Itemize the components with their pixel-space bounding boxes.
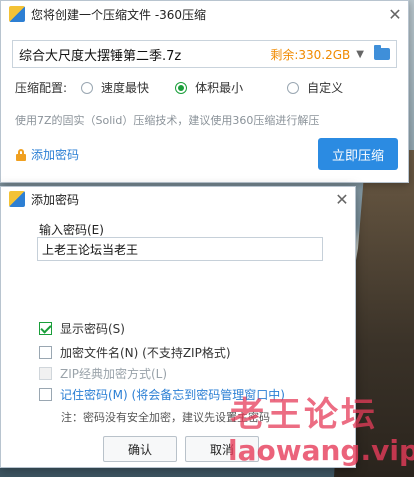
password-input-label: 输入密码(E) <box>39 223 104 237</box>
chevron-down-icon[interactable]: ▼ <box>356 49 364 60</box>
dialog-titlebar: 添加密码 ✕ <box>1 187 355 211</box>
compress-now-button[interactable]: 立即压缩 <box>318 138 398 170</box>
archive-path-field[interactable]: 综合大尺度大摆锤第二季.7z 剩余:330.2GB ▼ <box>12 40 397 68</box>
option-smallest-label: 体积最小 <box>195 81 244 95</box>
zip-classic-label: ZIP经典加密方式(L) <box>60 367 168 381</box>
confirm-button[interactable]: 确认 <box>103 436 177 462</box>
option-fastest-label: 速度最快 <box>101 81 150 95</box>
dialog-close-icon[interactable]: ✕ <box>329 190 355 209</box>
watermark-text: 老王论坛 <box>230 395 378 435</box>
compress-config-row: 压缩配置: 速度最快 体积最小 自定义 <box>15 79 343 96</box>
archive-path-value[interactable]: 综合大尺度大摆锤第二季.7z <box>19 45 270 64</box>
close-icon[interactable]: ✕ <box>382 5 408 24</box>
zip-classic-option: ZIP经典加密方式(L) <box>39 365 167 382</box>
radio-custom[interactable] <box>287 81 300 94</box>
add-password-label: 添加密码 <box>31 148 80 162</box>
option-custom-label: 自定义 <box>307 81 344 95</box>
radio-fastest[interactable] <box>81 81 94 94</box>
option-smallest[interactable]: 体积最小 <box>175 79 243 96</box>
compress-window: 您将创建一个压缩文件 -360压缩 ✕ 综合大尺度大摆锤第二季.7z 剩余:33… <box>0 0 409 183</box>
show-password-checkbox[interactable] <box>39 322 52 335</box>
encrypt-filenames-checkbox[interactable] <box>39 346 52 359</box>
free-space-label: 剩余:330.2GB <box>270 47 351 62</box>
option-custom[interactable]: 自定义 <box>287 79 343 96</box>
radio-smallest[interactable] <box>175 81 188 94</box>
show-password-label: 显示密码(S) <box>60 322 125 336</box>
encrypt-filenames-option[interactable]: 加密文件名(N) (不支持ZIP格式) <box>39 344 231 361</box>
watermark-url: laowang.vip <box>228 434 414 467</box>
remember-password-checkbox[interactable] <box>39 388 52 401</box>
app-360zip-icon <box>9 191 25 207</box>
compress-window-titlebar: 您将创建一个压缩文件 -360压缩 ✕ <box>1 1 408 27</box>
config-label: 压缩配置: <box>15 81 68 95</box>
window-title: 您将创建一个压缩文件 -360压缩 <box>31 7 207 22</box>
encrypt-filenames-label: 加密文件名(N) (不支持ZIP格式) <box>60 346 231 360</box>
zip-classic-checkbox <box>39 367 52 380</box>
folder-icon[interactable] <box>374 45 390 60</box>
password-input[interactable]: 上老王论坛当老王 <box>37 237 323 261</box>
app-360zip-icon <box>9 6 25 22</box>
add-password-link[interactable]: 添加密码 <box>15 146 79 163</box>
show-password-option[interactable]: 显示密码(S) <box>39 320 125 337</box>
lock-icon <box>15 148 27 161</box>
dialog-title: 添加密码 <box>31 192 80 207</box>
compression-hint: 使用7Z的固实（Solid）压缩技术，建议使用360压缩进行解压 <box>15 114 320 127</box>
option-fastest[interactable]: 速度最快 <box>81 79 149 96</box>
